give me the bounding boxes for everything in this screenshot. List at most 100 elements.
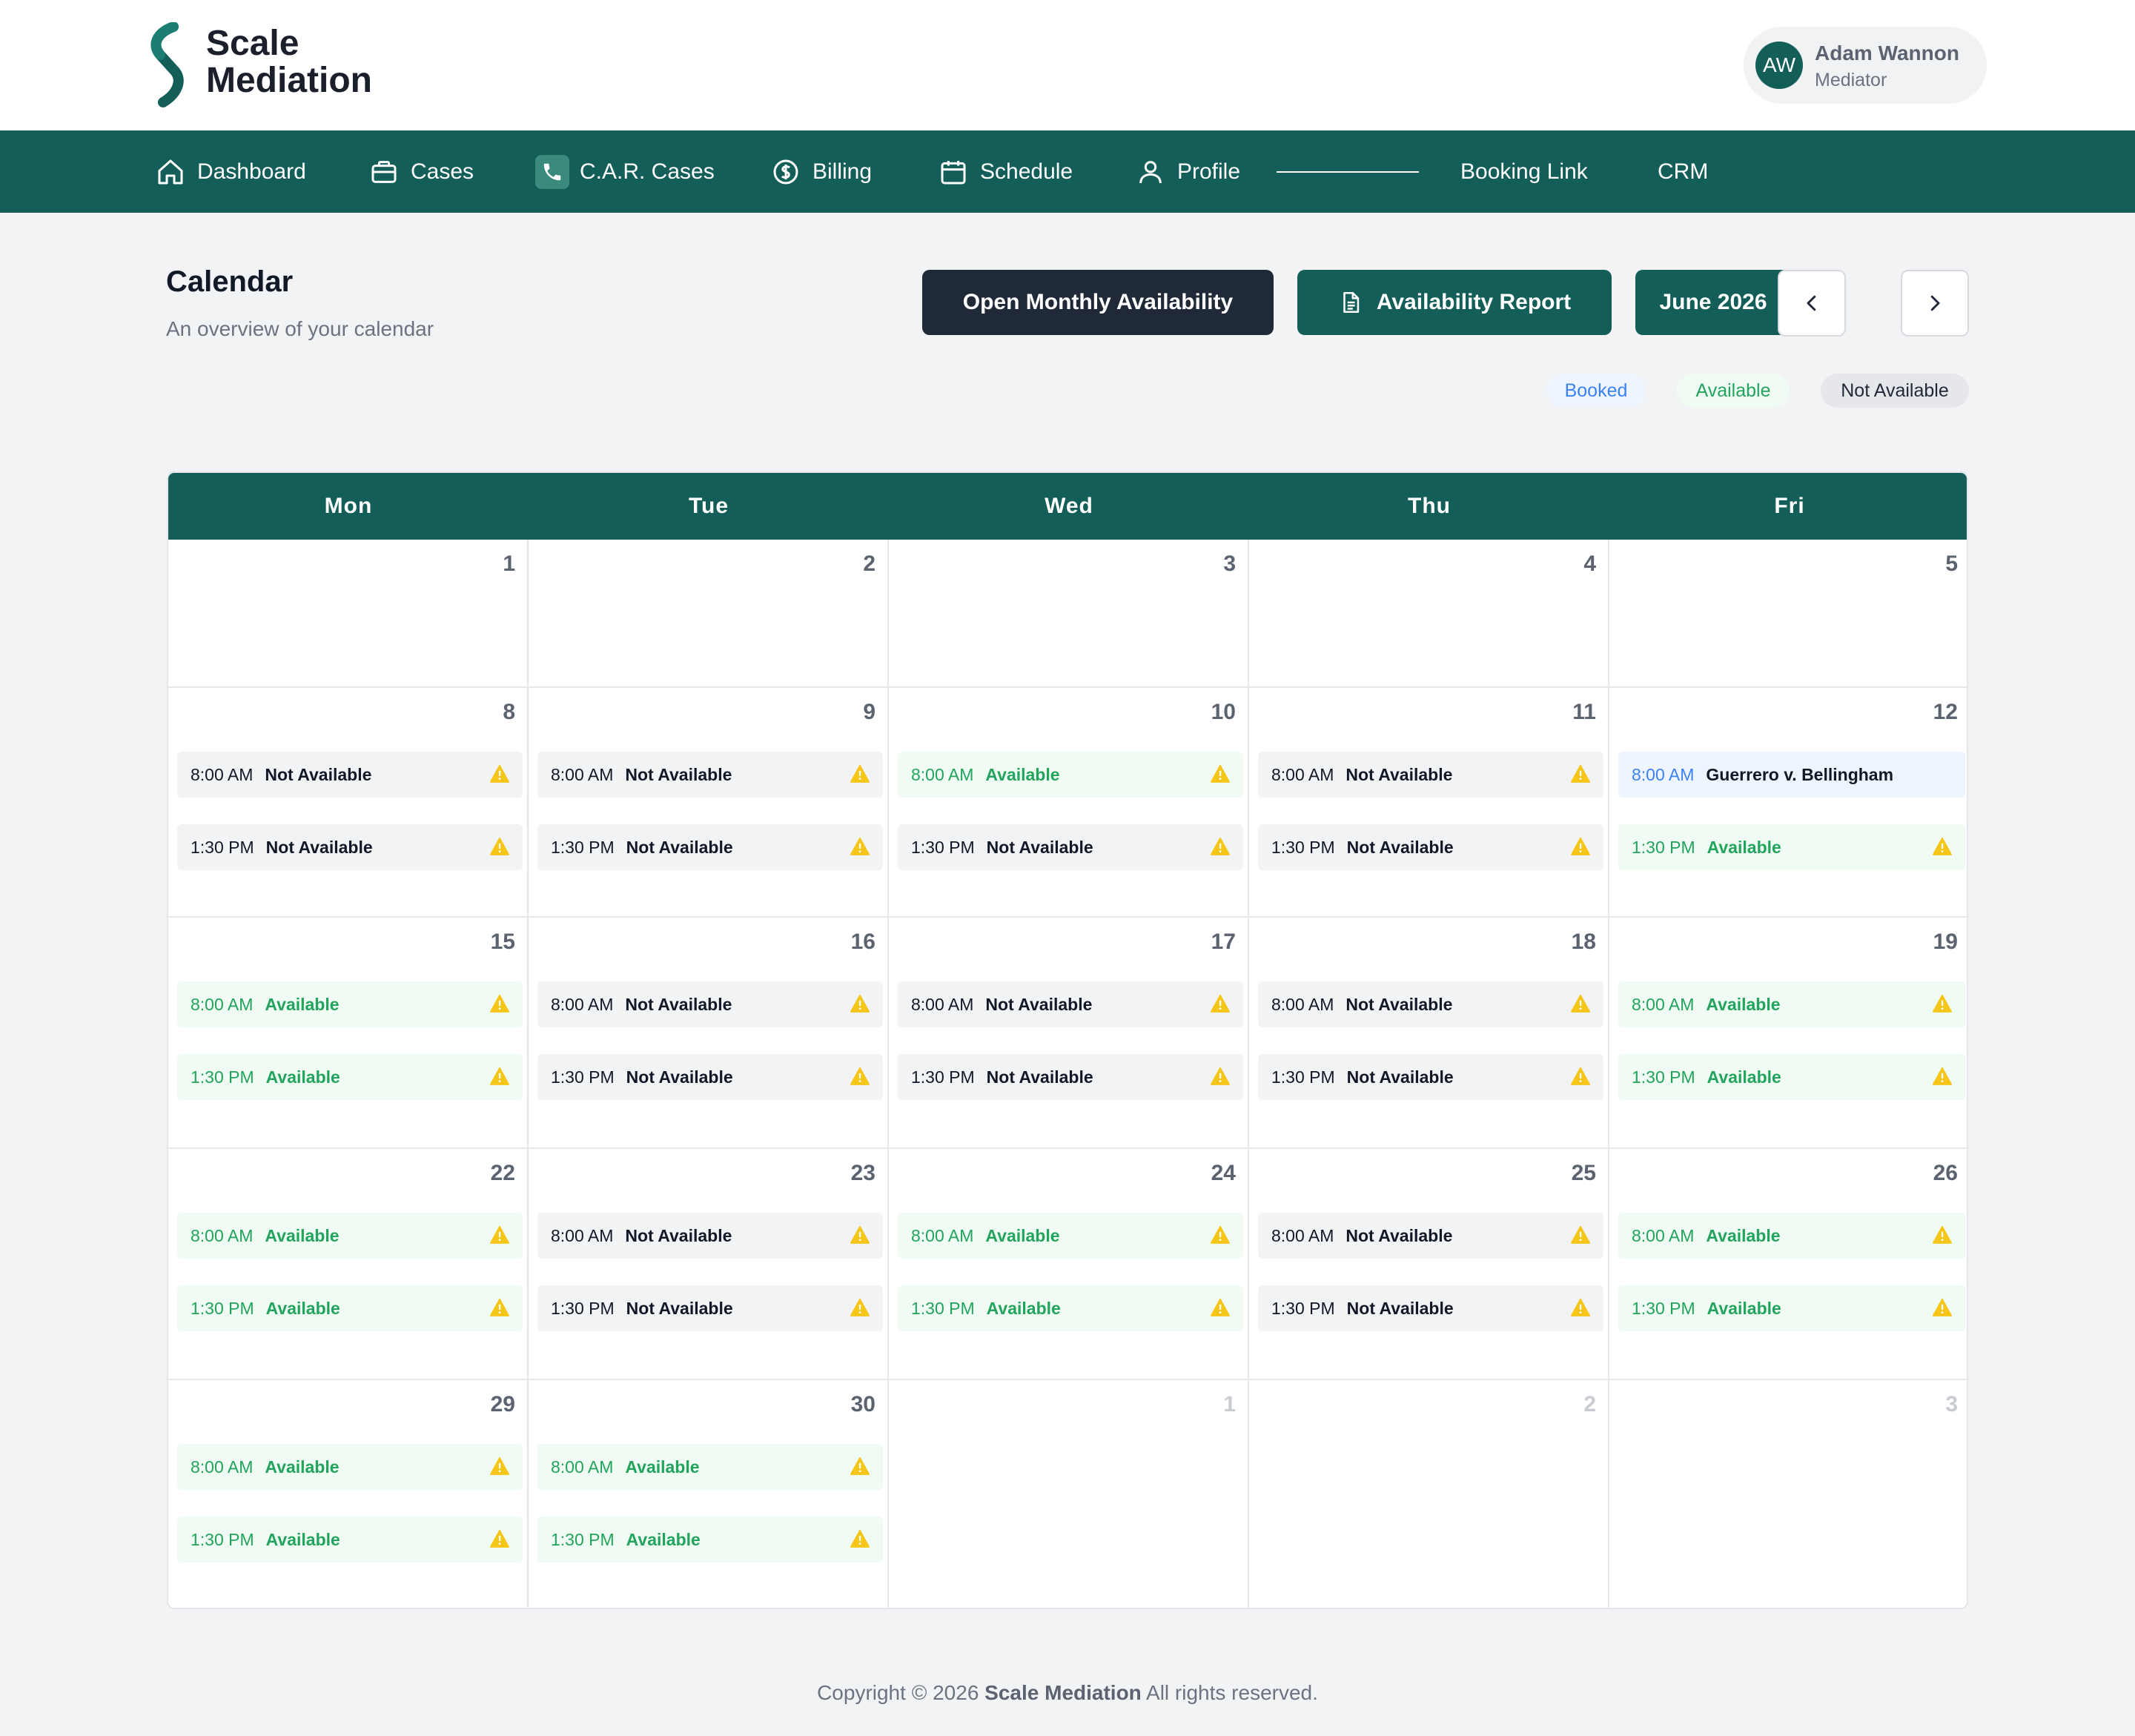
previous-month-button[interactable] <box>1778 270 1846 337</box>
nav-car-cases[interactable]: C.A.R. Cases <box>535 130 715 213</box>
nav-dashboard[interactable]: Dashboard <box>156 130 306 213</box>
calendar-day-cell[interactable]: 4 <box>1249 540 1609 688</box>
calendar-day-cell[interactable]: 23 8:00 AM Not Available 1:30 PM Not Availab… <box>529 1149 889 1380</box>
brand-logo[interactable]: Scale Mediation <box>141 22 393 108</box>
calendar-day-cell[interactable]: 16 8:00 AM Not Available 1:30 PM Not Availab… <box>529 918 889 1149</box>
not-available-slot[interactable]: 1:30 PM Not Available <box>1258 1054 1603 1100</box>
available-slot[interactable]: 1:30 PM Available <box>537 1517 883 1563</box>
open-monthly-availability-button[interactable]: Open Monthly Availability <box>922 270 1274 335</box>
calendar-day-cell[interactable]: 30 8:00 AM Available 1:30 PM Available <box>529 1380 889 1608</box>
calendar-day-cell[interactable]: 17 8:00 AM Not Available 1:30 PM Not Availab… <box>889 918 1249 1149</box>
calendar-day-cell[interactable]: 3 <box>1609 1380 1967 1608</box>
calendar-day-cell[interactable]: 25 8:00 AM Not Available 1:30 PM Not Availab… <box>1249 1149 1609 1380</box>
warning-icon <box>850 1530 870 1548</box>
nav-crm[interactable]: CRM <box>1658 130 1708 213</box>
available-slot[interactable]: 1:30 PM Available <box>177 1054 523 1100</box>
brand-line-1: Scale <box>206 24 299 63</box>
available-slot[interactable]: 8:00 AM Available <box>1618 981 1965 1027</box>
month-selector-button[interactable]: June 2026 <box>1635 270 1791 335</box>
not-available-slot[interactable]: 1:30 PM Not Available <box>177 824 523 870</box>
calendar-day-cell[interactable]: 11 8:00 AM Not Available 1:30 PM Not Availab… <box>1249 688 1609 918</box>
not-available-slot[interactable]: 8:00 AM Not Available <box>177 752 523 798</box>
booked-slot[interactable]: 8:00 AM Guerrero v. Bellingham <box>1618 752 1965 798</box>
slot-status: Not Available <box>626 1067 733 1087</box>
legend-available: Available <box>1677 374 1790 408</box>
warning-icon <box>850 765 870 783</box>
main-nav: Dashboard Cases C.A.R. Cases Billing Sch… <box>0 130 2135 213</box>
not-available-slot[interactable]: 8:00 AM Not Available <box>537 752 883 798</box>
calendar-day-cell[interactable]: 19 8:00 AM Available 1:30 PM Available <box>1609 918 1967 1149</box>
slot-status: Available <box>1706 1225 1781 1245</box>
not-available-slot[interactable]: 1:30 PM Not Available <box>1258 824 1603 870</box>
day-header-mon: Mon <box>324 494 373 518</box>
calendar-day-cell[interactable]: 29 8:00 AM Available 1:30 PM Available <box>168 1380 529 1608</box>
available-slot[interactable]: 8:00 AM Available <box>177 1213 523 1259</box>
nav-profile[interactable]: Profile <box>1136 130 1240 213</box>
not-available-slot[interactable]: 8:00 AM Not Available <box>537 981 883 1027</box>
available-slot[interactable]: 8:00 AM Available <box>177 981 523 1027</box>
day-number: 3 <box>1945 1392 1958 1417</box>
calendar-day-cell[interactable]: 3 <box>889 540 1249 688</box>
available-slot[interactable]: 8:00 AM Available <box>898 752 1243 798</box>
not-available-slot[interactable]: 8:00 AM Not Available <box>1258 981 1603 1027</box>
calendar-day-cell[interactable]: 2 <box>1249 1380 1609 1608</box>
available-slot[interactable]: 1:30 PM Available <box>177 1285 523 1331</box>
available-slot[interactable]: 1:30 PM Available <box>898 1285 1243 1331</box>
document-icon <box>1343 291 1360 314</box>
calendar-day-cell[interactable]: 9 8:00 AM Not Available 1:30 PM Not Availabl… <box>529 688 889 918</box>
available-slot[interactable]: 1:30 PM Available <box>177 1517 523 1563</box>
not-available-slot[interactable]: 1:30 PM Not Available <box>537 824 883 870</box>
not-available-slot[interactable]: 8:00 AM Not Available <box>1258 752 1603 798</box>
warning-icon <box>1571 838 1590 855</box>
available-slot[interactable]: 8:00 AM Available <box>537 1444 883 1490</box>
page-subtitle: An overview of your calendar <box>166 317 434 340</box>
slot-status: Not Available <box>626 837 733 857</box>
available-slot[interactable]: 8:00 AM Available <box>177 1444 523 1490</box>
not-available-slot[interactable]: 8:00 AM Not Available <box>537 1213 883 1259</box>
calendar-day-cell[interactable]: 15 8:00 AM Available 1:30 PM Available <box>168 918 529 1149</box>
day-number: 17 <box>1211 930 1236 954</box>
day-number: 2 <box>1583 1392 1596 1417</box>
warning-icon <box>1211 1299 1230 1316</box>
calendar-day-cell[interactable]: 22 8:00 AM Available 1:30 PM Available <box>168 1149 529 1380</box>
calendar-day-cell[interactable]: 12 8:00 AM Guerrero v. Bellingham 1:30 PM Av… <box>1609 688 1967 918</box>
calendar-day-cell[interactable]: 1 <box>168 540 529 688</box>
availability-report-button[interactable]: Availability Report <box>1297 270 1612 335</box>
not-available-slot[interactable]: 1:30 PM Not Available <box>898 1054 1243 1100</box>
nav-schedule[interactable]: Schedule <box>939 130 1073 213</box>
next-month-button[interactable] <box>1901 270 1969 337</box>
calendar-day-cell[interactable]: 24 8:00 AM Available 1:30 PM Available <box>889 1149 1249 1380</box>
slot-status: Not Available <box>1345 994 1453 1014</box>
calendar-day-cell[interactable]: 10 8:00 AM Available 1:30 PM Not Available <box>889 688 1249 918</box>
calendar-grid: Mon Tue Wed Thu Fri 1 2 3 4 5 8 8:00 AM Not Ava… <box>167 471 1968 1609</box>
chevron-right-icon <box>1930 295 1940 311</box>
available-slot[interactable]: 8:00 AM Available <box>1618 1213 1965 1259</box>
available-slot[interactable]: 1:30 PM Available <box>1618 1285 1965 1331</box>
user-menu[interactable]: AW Adam Wannon Mediator <box>1744 27 1987 104</box>
slot-time: 8:00 AM <box>551 994 614 1014</box>
calendar-day-cell[interactable]: 2 <box>529 540 889 688</box>
calendar-day-cell[interactable]: 8 8:00 AM Not Available 1:30 PM Not Availabl… <box>168 688 529 918</box>
not-available-slot[interactable]: 8:00 AM Not Available <box>898 981 1243 1027</box>
footer-suffix: All rights reserved. <box>1146 1681 1318 1704</box>
calendar-day-cell[interactable]: 5 <box>1609 540 1967 688</box>
available-slot[interactable]: 1:30 PM Available <box>1618 1054 1965 1100</box>
nav-cases[interactable]: Cases <box>369 130 474 213</box>
slot-time: 1:30 PM <box>1632 1298 1695 1318</box>
not-available-slot[interactable]: 1:30 PM Not Available <box>537 1054 883 1100</box>
nav-booking-link[interactable]: Booking Link <box>1460 130 1588 213</box>
not-available-slot[interactable]: 8:00 AM Not Available <box>1258 1213 1603 1259</box>
slot-time: 8:00 AM <box>1632 994 1695 1014</box>
not-available-slot[interactable]: 1:30 PM Not Available <box>537 1285 883 1331</box>
calendar-day-cell[interactable]: 1 <box>889 1380 1249 1608</box>
warning-icon <box>850 838 870 855</box>
not-available-slot[interactable]: 1:30 PM Not Available <box>1258 1285 1603 1331</box>
calendar-day-cell[interactable]: 18 8:00 AM Not Available 1:30 PM Not Availab… <box>1249 918 1609 1149</box>
available-slot[interactable]: 1:30 PM Available <box>1618 824 1965 870</box>
not-available-slot[interactable]: 1:30 PM Not Available <box>898 824 1243 870</box>
calendar-day-cell[interactable]: 26 8:00 AM Available 1:30 PM Available <box>1609 1149 1967 1380</box>
available-slot[interactable]: 8:00 AM Available <box>898 1213 1243 1259</box>
nav-billing[interactable]: Billing <box>771 130 872 213</box>
warning-icon <box>490 1226 509 1244</box>
day-number: 24 <box>1211 1161 1236 1185</box>
